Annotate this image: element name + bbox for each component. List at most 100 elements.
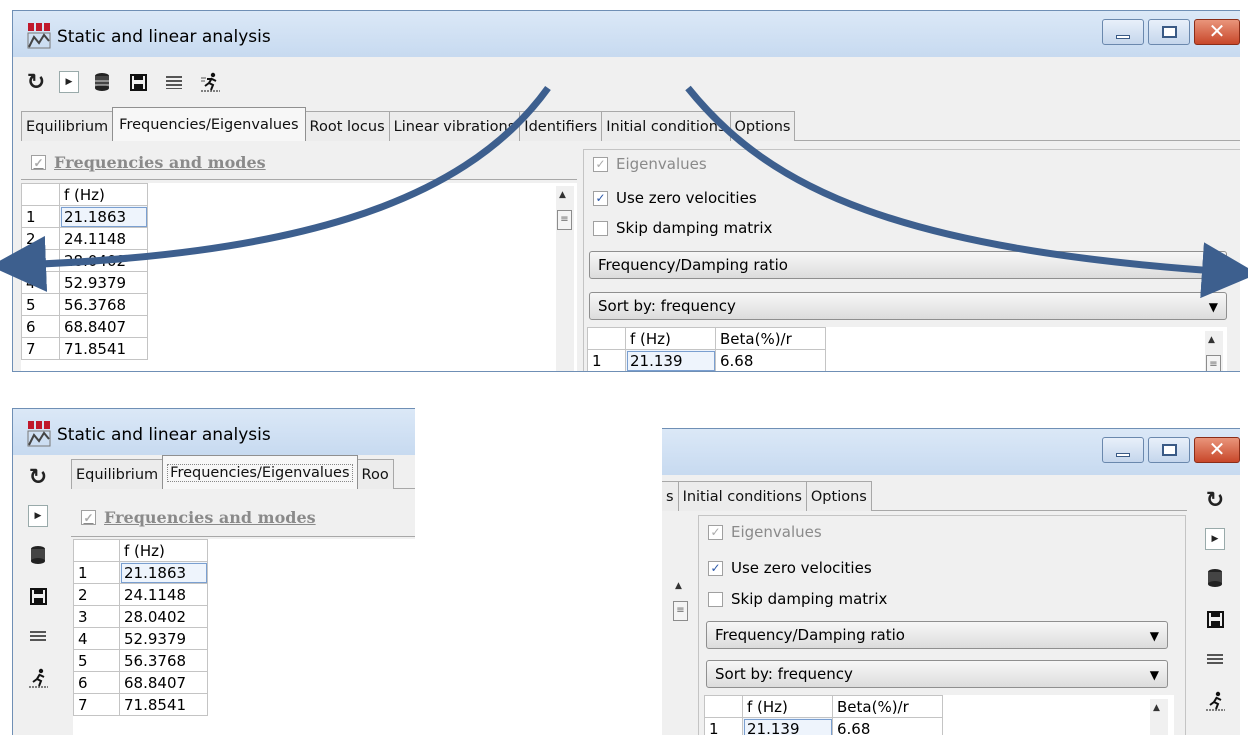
tab-equilibrium[interactable]: Equilibrium [71,459,164,489]
cell-frequency[interactable]: 28.0402 [119,605,208,628]
scroll-up-icon[interactable]: ▲ [1208,335,1215,345]
table-row[interactable]: 3 28.0402 [21,249,148,272]
tab-options[interactable]: Options [729,111,796,141]
table-row[interactable]: 3 28.0402 [73,605,208,628]
cell-frequency[interactable]: 21.1863 [59,205,148,228]
tab-identifiers[interactable]: Identifiers [519,111,603,141]
minimize-button[interactable] [1102,19,1144,45]
skip-damping-checkbox[interactable] [708,591,723,607]
scroll-up-icon[interactable]: ▲ [559,190,566,200]
play-icon[interactable]: ▶ [59,71,79,93]
tab-equilibrium[interactable]: Equilibrium [21,111,114,141]
tab-options[interactable]: Options [805,481,872,511]
cell-frequency[interactable]: 21.139 [625,349,716,371]
close-button[interactable]: ✕ [1194,19,1240,45]
scroll-up-icon[interactable]: ▲ [1153,703,1160,713]
frequencies-checkbox[interactable]: ✓ [81,510,96,525]
right-scrollbar[interactable]: ▲ [1150,699,1168,735]
left-scrollbar[interactable]: ▲ ≡ [556,186,574,371]
cell-frequency[interactable]: 24.1148 [119,583,208,606]
cell-frequency[interactable]: 56.3768 [119,649,208,672]
scroll-thumb[interactable]: ≡ [1206,355,1221,371]
title-bar[interactable]: Static and linear analysis ✕ [13,11,1240,57]
table-row[interactable]: 5 56.3768 [21,293,148,316]
eigenvalues-checkbox[interactable]: ✓ [708,524,723,540]
refresh-icon[interactable]: ↻ [23,69,49,95]
cell-frequency[interactable]: 28.0402 [59,249,148,272]
run-icon[interactable] [197,69,223,95]
play-icon[interactable]: ▶ [1205,528,1225,550]
cell-frequency[interactable]: 24.1148 [59,227,148,250]
column-header[interactable]: f (Hz) [119,539,208,562]
zero-velocities-option[interactable]: ✓ Use zero velocities [593,189,757,207]
minimize-button[interactable] [1102,437,1144,463]
refresh-icon[interactable]: ↻ [1202,487,1228,513]
column-header[interactable]: f (Hz) [742,695,833,718]
table-row[interactable]: 6 68.8407 [21,315,148,338]
maximize-button[interactable] [1148,19,1190,45]
tab-initial-conditions[interactable]: Initial conditions [601,111,731,141]
zero-velocities-checkbox[interactable]: ✓ [593,190,608,206]
play-icon[interactable]: ▶ [28,505,48,527]
column-header[interactable]: Beta(%)/r [832,695,943,718]
table-row[interactable]: 7 71.8541 [73,693,208,716]
list-icon[interactable] [161,69,187,95]
refresh-icon[interactable]: ↻ [25,464,51,490]
table-row[interactable]: 4 52.9379 [21,271,148,294]
table-row[interactable]: 6 68.8407 [73,671,208,694]
database-icon[interactable] [89,69,115,95]
cell-frequency[interactable]: 52.9379 [59,271,148,294]
tab-root-locus[interactable]: Root locus [304,111,390,141]
cell-frequency[interactable]: 56.3768 [59,293,148,316]
tab-frequencies-eigenvalues[interactable]: Frequencies/Eigenvalues [112,107,306,141]
scroll-thumb[interactable]: ≡ [673,601,688,621]
column-header[interactable]: f (Hz) [625,327,716,350]
save-icon[interactable] [25,583,51,609]
table-row[interactable]: 2 24.1148 [73,583,208,606]
mode-select[interactable]: Frequency/Damping ratio ▼ [589,251,1227,279]
eigenvalues-checkbox[interactable]: ✓ [593,156,608,172]
column-header[interactable]: f (Hz) [59,183,148,206]
save-icon[interactable] [125,69,151,95]
zero-velocities-option[interactable]: ✓ Use zero velocities [708,559,872,577]
table-row[interactable]: 7 71.8541 [21,337,148,360]
left-scrollbar[interactable]: ▲ ≡ [672,577,690,637]
cell-frequency[interactable]: 71.8541 [59,337,148,360]
cell-frequency[interactable]: 52.9379 [119,627,208,650]
sort-select[interactable]: Sort by: frequency ▼ [589,292,1227,320]
cell-frequency[interactable]: 68.8407 [119,671,208,694]
cell-frequency[interactable]: 21.1863 [119,561,208,584]
title-bar[interactable]: ✕ [662,429,1240,475]
tab-root-locus[interactable]: Roo [356,459,394,489]
frequencies-checkbox[interactable]: ✓ [31,155,46,170]
frequencies-modes-header[interactable]: ✓ Frequencies and modes [31,153,266,172]
frequencies-modes-header[interactable]: ✓ Frequencies and modes [81,508,316,527]
zero-velocities-checkbox[interactable]: ✓ [708,560,723,576]
cell-frequency[interactable]: 71.8541 [119,693,208,716]
tab-partial[interactable]: s [662,481,679,511]
mode-select[interactable]: Frequency/Damping ratio ▼ [706,621,1168,649]
title-bar[interactable]: Static and linear analysis [13,409,415,455]
run-icon[interactable] [1202,688,1228,714]
cell-beta[interactable]: 6.68 [832,717,943,735]
skip-damping-checkbox[interactable] [593,220,608,236]
column-header[interactable]: Beta(%)/r [715,327,826,350]
tab-initial-conditions[interactable]: Initial conditions [677,481,807,511]
scroll-thumb[interactable]: ≡ [557,210,572,230]
cell-frequency[interactable]: 21.139 [742,717,833,735]
skip-damping-option[interactable]: Skip damping matrix [593,219,772,237]
list-icon[interactable] [25,624,51,650]
save-icon[interactable] [1202,606,1228,632]
skip-damping-option[interactable]: Skip damping matrix [708,590,887,608]
table-row[interactable]: 1 21.139 6.68 [704,717,943,735]
table-row[interactable]: 1 21.1863 [21,205,148,228]
database-icon[interactable] [25,542,51,568]
list-icon[interactable] [1202,647,1228,673]
database-icon[interactable] [1202,565,1228,591]
table-row[interactable]: 1 21.139 6.68 [587,349,826,371]
eigenvalues-option[interactable]: ✓ Eigenvalues [593,155,707,173]
cell-frequency[interactable]: 68.8407 [59,315,148,338]
maximize-button[interactable] [1148,437,1190,463]
close-button[interactable]: ✕ [1194,437,1240,463]
sort-select[interactable]: Sort by: frequency ▼ [706,660,1168,688]
